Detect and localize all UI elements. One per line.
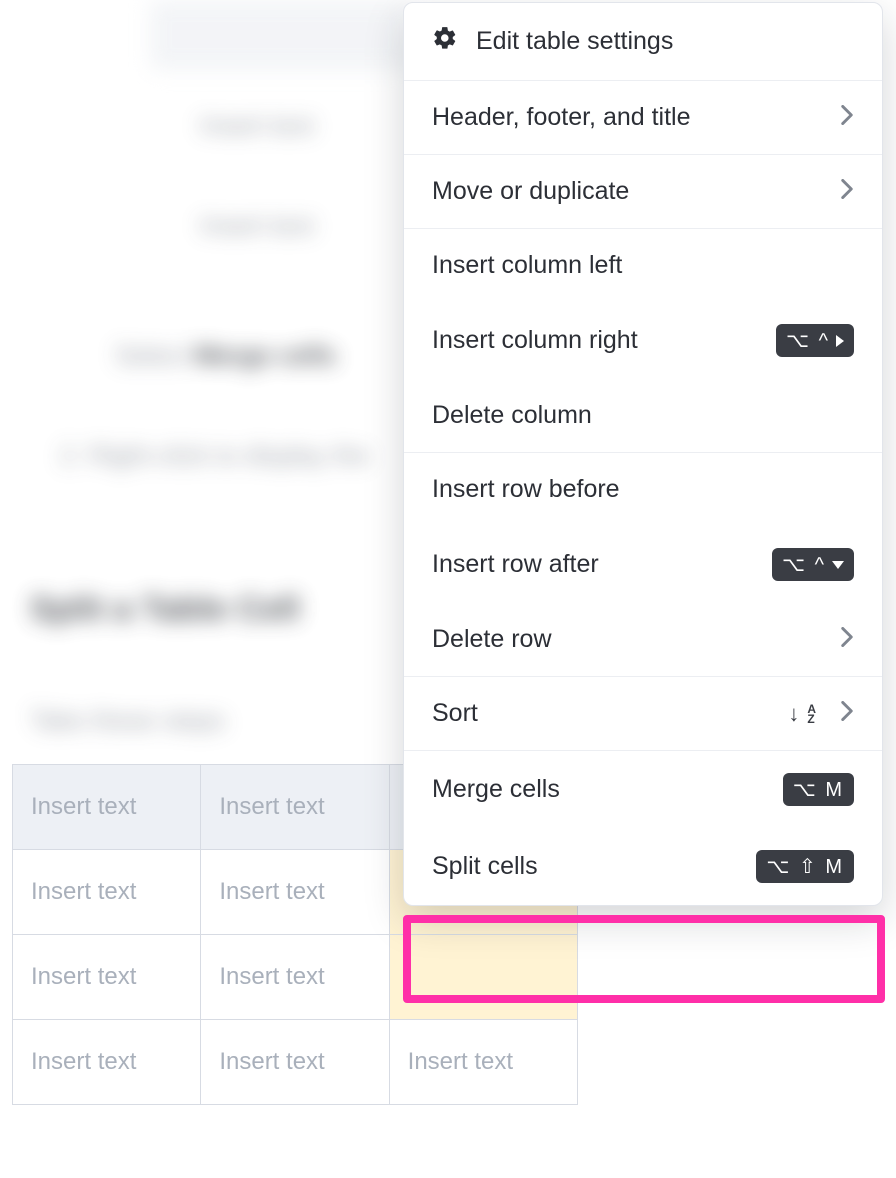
keyboard-shortcut: ⌥ ^ xyxy=(776,324,854,357)
table-cell[interactable]: Insert text xyxy=(13,1020,201,1105)
chevron-right-icon xyxy=(840,103,854,132)
table-header-cell[interactable]: Insert text xyxy=(13,765,201,850)
menu-insert-column-left[interactable]: Insert column left xyxy=(404,229,882,302)
menu-split-cells[interactable]: Split cells ⌥ ⇧ M xyxy=(404,828,882,905)
menu-label: Move or duplicate xyxy=(432,177,840,206)
menu-delete-row[interactable]: Delete row xyxy=(404,603,882,676)
menu-label: Insert row after xyxy=(432,550,772,579)
gear-icon xyxy=(432,25,458,58)
chevron-right-icon xyxy=(840,625,854,654)
keyboard-shortcut: ⌥ ^ xyxy=(772,548,854,581)
menu-move-or-duplicate[interactable]: Move or duplicate xyxy=(404,155,882,228)
menu-header-footer-title[interactable]: Header, footer, and title xyxy=(404,81,882,154)
menu-sort[interactable]: Sort ↓AZ xyxy=(404,677,882,750)
chevron-right-icon xyxy=(840,177,854,206)
table-cell[interactable]: Insert text xyxy=(201,850,389,935)
menu-label: Split cells xyxy=(432,852,756,881)
chevron-right-icon xyxy=(840,699,854,728)
table-context-menu: Edit table settings Header, footer, and … xyxy=(403,2,883,906)
menu-label: Insert column left xyxy=(432,251,854,280)
table-cell[interactable]: Insert text xyxy=(389,1020,577,1105)
menu-label: Insert column right xyxy=(432,326,776,355)
table-cell[interactable]: Insert text xyxy=(13,850,201,935)
menu-label: Insert row before xyxy=(432,475,854,504)
menu-insert-row-before[interactable]: Insert row before xyxy=(404,453,882,526)
table-cell[interactable]: Insert text xyxy=(201,1020,389,1105)
menu-label: Merge cells xyxy=(432,775,783,804)
table-cell[interactable]: Insert text xyxy=(13,935,201,1020)
menu-insert-row-after[interactable]: Insert row after ⌥ ^ xyxy=(404,526,882,603)
menu-label: Delete row xyxy=(432,625,840,654)
menu-merge-cells[interactable]: Merge cells ⌥ M xyxy=(404,751,882,828)
table-cell[interactable]: Insert text xyxy=(201,935,389,1020)
table-header-cell[interactable]: Insert text xyxy=(201,765,389,850)
keyboard-shortcut: ⌥ ⇧ M xyxy=(756,850,854,883)
menu-delete-column[interactable]: Delete column xyxy=(404,379,882,452)
menu-edit-table-settings[interactable]: Edit table settings xyxy=(404,3,882,80)
menu-label: Sort xyxy=(432,699,788,728)
keyboard-shortcut: ⌥ M xyxy=(783,773,854,806)
menu-label: Edit table settings xyxy=(476,27,854,56)
sort-az-icon: ↓AZ xyxy=(788,701,816,727)
menu-label: Delete column xyxy=(432,401,854,430)
menu-insert-column-right[interactable]: Insert column right ⌥ ^ xyxy=(404,302,882,379)
table-cell-selected[interactable] xyxy=(389,935,577,1020)
menu-label: Header, footer, and title xyxy=(432,103,840,132)
